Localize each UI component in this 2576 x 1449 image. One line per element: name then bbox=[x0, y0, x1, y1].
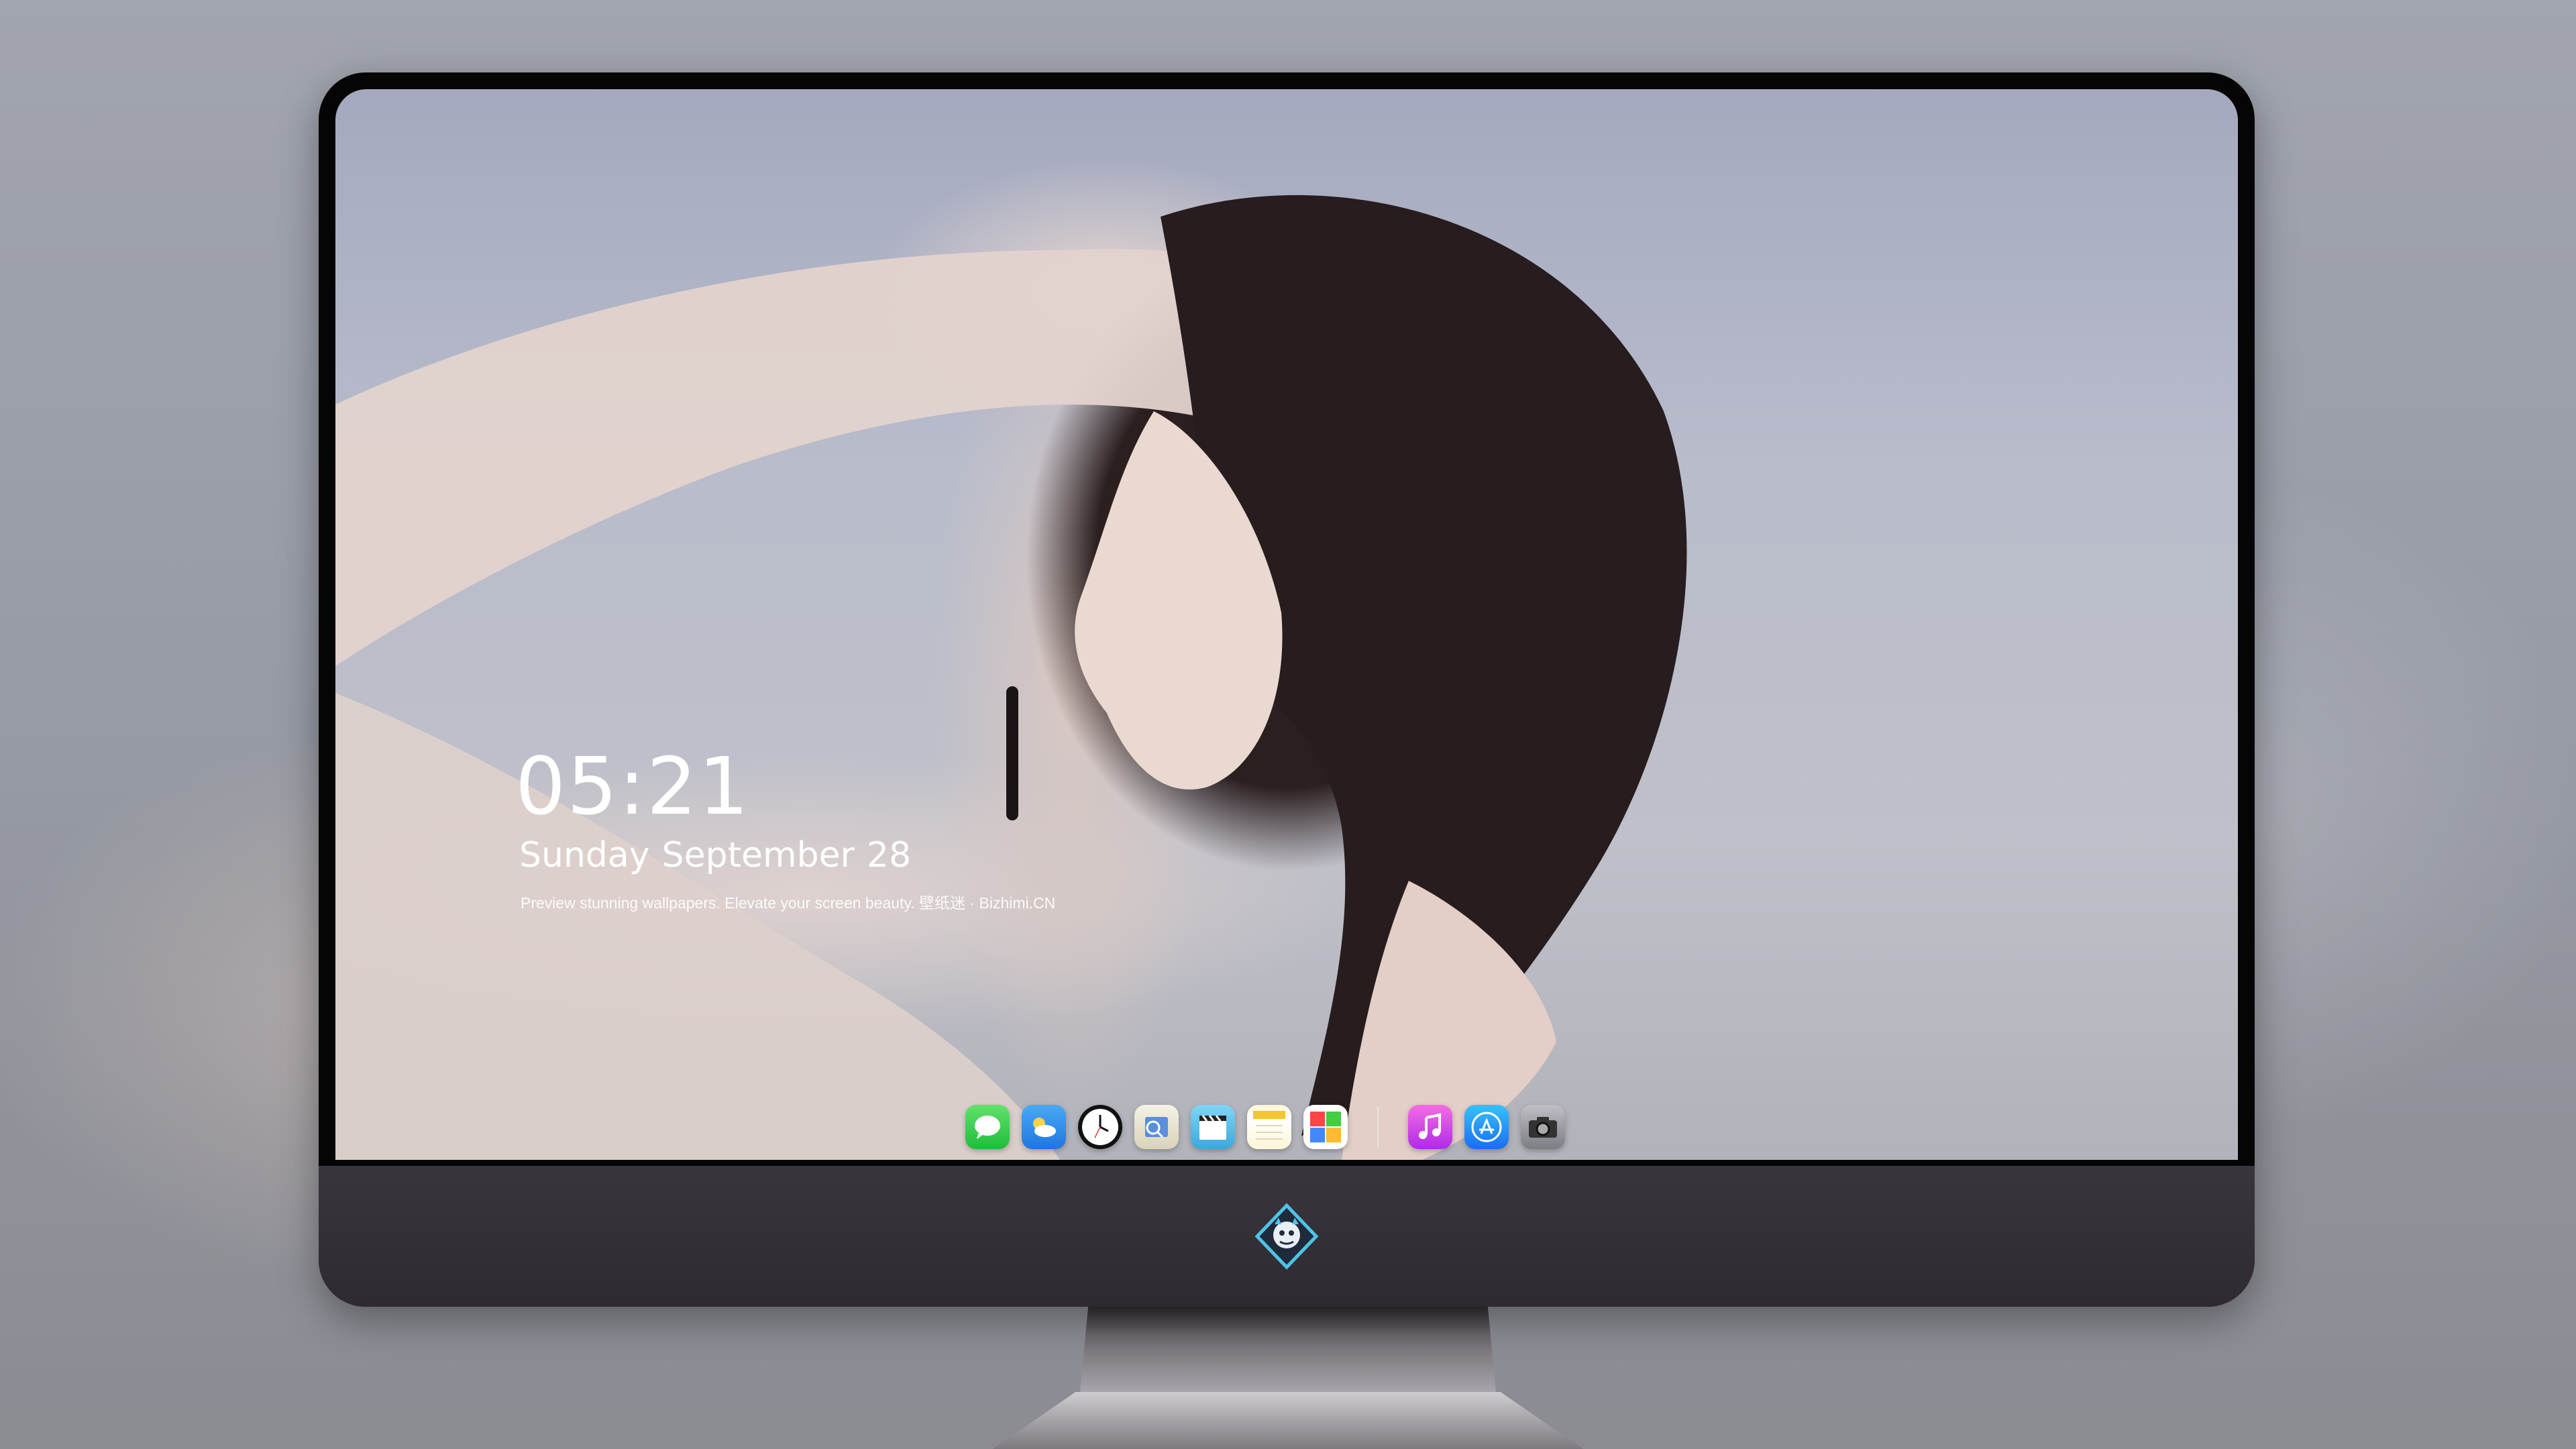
date-weekday: Sunday bbox=[519, 835, 650, 875]
preview-icon[interactable] bbox=[1134, 1105, 1179, 1149]
monitor-frame: 05:21 Sunday September 28 Preview stunning… bbox=[319, 72, 2255, 1307]
desktop-screen: 05:21 Sunday September 28 Preview stunning… bbox=[335, 89, 2238, 1160]
app-store-icon[interactable] bbox=[1464, 1105, 1509, 1149]
camera-icon[interactable] bbox=[1521, 1105, 1565, 1149]
date-month: September bbox=[661, 835, 855, 875]
dock bbox=[949, 1095, 1627, 1159]
notes-icon[interactable] bbox=[1247, 1105, 1291, 1149]
messages-icon[interactable] bbox=[965, 1105, 1010, 1149]
date-day: 28 bbox=[867, 835, 912, 875]
clock-icon[interactable] bbox=[1078, 1105, 1122, 1149]
dock-separator bbox=[1377, 1106, 1379, 1148]
clips-icon[interactable] bbox=[1191, 1105, 1235, 1149]
wallpaper-tagline: Preview stunning wallpapers. Elevate you… bbox=[521, 894, 1056, 912]
clock-time: 05:21 bbox=[515, 740, 751, 833]
monitor-stand-base bbox=[993, 1392, 1583, 1449]
music-icon[interactable] bbox=[1408, 1105, 1452, 1149]
weather-icon[interactable] bbox=[1022, 1105, 1066, 1149]
monitor-stand-neck bbox=[1080, 1305, 1496, 1392]
brand-logo-icon bbox=[1254, 1203, 1319, 1270]
clock-date: Sunday September 28 bbox=[519, 835, 923, 875]
wallpaper-image bbox=[335, 195, 1687, 1160]
photos-icon[interactable] bbox=[1303, 1105, 1348, 1149]
